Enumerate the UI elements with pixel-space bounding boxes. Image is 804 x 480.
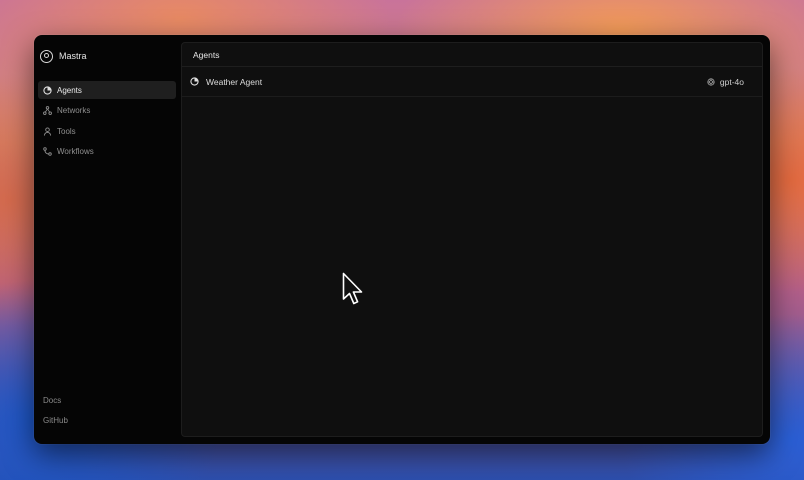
sidebar-item-label: Tools [57, 126, 76, 136]
agent-model-label: gpt-4o [719, 76, 744, 87]
agent-name: Weather Agent [206, 76, 263, 87]
sidebar-footer: Docs GitHub [43, 396, 68, 436]
agent-model: gpt-4o [707, 77, 744, 87]
sidebar-nav: Agents Networks Tools Workflows [38, 81, 176, 163]
app-name: Mastra [59, 51, 87, 61]
main-panel: Agents Weather Agent gpt-4o [181, 42, 763, 437]
sidebar-item-label: Workflows [57, 147, 94, 156]
agent-row-weather-agent[interactable]: Weather Agent gpt-4o [182, 67, 762, 97]
tools-icon [43, 126, 52, 136]
app-window: Mastra Agents Networks Tools Workflows D… [34, 35, 770, 444]
sidebar-item-networks[interactable]: Networks [38, 102, 176, 120]
desktop-wallpaper: Mastra Agents Networks Tools Workflows D… [0, 0, 804, 480]
sidebar-item-label: Agents [57, 85, 82, 95]
mastra-logo-icon [40, 49, 53, 63]
sidebar-item-label: Networks [57, 106, 91, 115]
openai-icon [707, 77, 715, 86]
sidebar-item-workflows[interactable]: Workflows [38, 143, 176, 161]
sidebar: Mastra Agents Networks Tools Workflows D… [34, 35, 180, 444]
docs-link[interactable]: Docs [43, 396, 68, 408]
mouse-pointer-icon [342, 272, 363, 305]
workflow-icon [43, 147, 52, 156]
sidebar-item-agents[interactable]: Agents [38, 81, 176, 99]
brand[interactable]: Mastra [40, 48, 87, 64]
agent-icon [190, 77, 199, 86]
network-icon [43, 106, 52, 115]
sidebar-item-tools[interactable]: Tools [38, 122, 176, 140]
agent-icon [43, 85, 52, 95]
github-link[interactable]: GitHub [43, 416, 68, 428]
page-title: Agents [193, 49, 220, 60]
main-header: Agents [182, 43, 762, 67]
